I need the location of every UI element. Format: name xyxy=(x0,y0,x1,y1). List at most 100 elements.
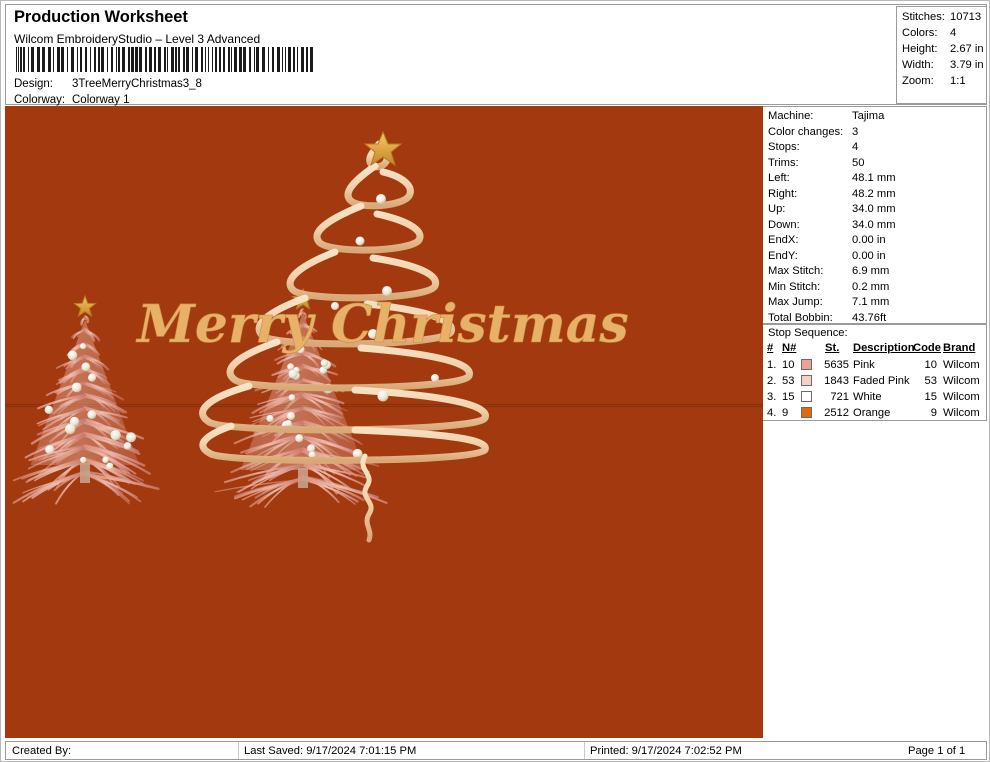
stop-cell-code: 9 xyxy=(930,407,937,419)
barcode-svg xyxy=(14,47,313,72)
color-swatch xyxy=(801,359,812,370)
stop-cell-brand: Wilcom xyxy=(943,375,980,387)
info-row-height: Height: 2.67 in xyxy=(902,43,984,55)
design-preview-canvas[interactable]: Merry Christmas xyxy=(5,106,763,738)
stop-cell-stitches: 2512 xyxy=(824,407,849,419)
stop-cell-num: 2. xyxy=(767,375,777,387)
stop-sequence-row[interactable]: 2. 53 1843 Faded Pink 53 Wilcom xyxy=(763,375,986,391)
col-header-code: Code xyxy=(913,342,941,354)
stop-cell-needle: 10 xyxy=(782,359,795,371)
greeting-text: Merry Christmas xyxy=(135,294,628,355)
detail-label: EndY: xyxy=(768,249,798,262)
detail-label: EndX: xyxy=(768,234,799,246)
stop-sequence-row[interactable]: 4. 9 2512 Orange 9 Wilcom xyxy=(763,407,986,423)
stop-sequence-header-row: # N# St. Description Code Brand xyxy=(763,342,986,357)
footer-bar: Created By: Last Saved: 9/17/2024 7:01:1… xyxy=(5,741,987,760)
detail-value: Tajima xyxy=(852,110,885,122)
footer-divider-2 xyxy=(584,742,585,759)
footer-printed: Printed: 9/17/2024 7:02:52 PM xyxy=(590,745,742,757)
detail-label: Max Stitch: xyxy=(768,265,824,277)
detail-value: 0.00 in xyxy=(852,249,886,262)
page-title: Production Worksheet xyxy=(14,8,188,26)
col-header-needle: N# xyxy=(782,342,797,354)
width-label: Width: xyxy=(902,59,934,71)
stop-cell-description: Orange xyxy=(853,407,891,419)
left-tree-star xyxy=(73,294,97,318)
color-swatch xyxy=(801,391,812,402)
header-panel: Production Worksheet Wilcom EmbroiderySt… xyxy=(5,4,987,106)
stop-cell-num: 3. xyxy=(767,391,777,403)
stop-cell-brand: Wilcom xyxy=(943,407,980,419)
right-tree-trunk xyxy=(298,468,308,488)
stop-sequence-row[interactable]: 3. 15 721 White 15 Wilcom xyxy=(763,391,986,407)
detail-value: 43.76ft xyxy=(852,311,887,324)
stop-sequence-title: Stop Sequence: xyxy=(768,327,848,339)
stop-sequence-panel: Stop Sequence: # N# St. Description Code… xyxy=(763,324,987,421)
detail-value: 0.2 mm xyxy=(852,280,890,293)
stop-cell-num: 1. xyxy=(767,359,777,371)
machine-details-panel: Machine: Tajima Color changes: 3 Stops: 4 Trim… xyxy=(763,106,987,324)
detail-value: 34.0 mm xyxy=(852,218,896,231)
stop-cell-needle: 15 xyxy=(782,391,795,403)
footer-created-by: Created By: xyxy=(12,745,72,757)
stop-cell-code: 53 xyxy=(924,375,937,387)
color-swatch xyxy=(801,375,812,386)
zoom-label: Zoom: xyxy=(902,75,934,87)
detail-label: Max Jump: xyxy=(768,296,823,308)
detail-value: 34.0 mm xyxy=(852,203,896,215)
detail-value: 48.2 mm xyxy=(852,187,896,200)
col-header-desc: Description xyxy=(853,342,915,354)
design-label: Design: xyxy=(14,78,53,90)
col-header-num: # xyxy=(767,342,774,354)
stop-cell-num: 4. xyxy=(767,407,777,419)
detail-value: 7.1 mm xyxy=(852,296,890,308)
width-value: 3.79 in xyxy=(950,59,984,71)
detail-label: Min Stitch: xyxy=(768,280,821,293)
colors-value: 4 xyxy=(950,27,957,39)
info-row-zoom: Zoom: 1:1 xyxy=(902,75,984,87)
design-info-box: Stitches: 10713 Colors: 4 Height: 2.67 i… xyxy=(896,6,987,104)
detail-label: Machine: xyxy=(768,110,814,122)
height-value: 2.67 in xyxy=(950,43,984,55)
colorway-label: Colorway: xyxy=(14,94,66,106)
detail-label: Total Bobbin: xyxy=(768,311,833,324)
barcode-icon xyxy=(14,47,313,72)
design-value: 3TreeMerryChristmas3_8 xyxy=(72,78,202,90)
detail-label: Stops: xyxy=(768,141,800,153)
detail-label: Right: xyxy=(768,187,798,200)
footer-divider-1 xyxy=(238,742,239,759)
detail-value: 3 xyxy=(852,125,859,138)
stop-sequence-row[interactable]: 1. 10 5635 Pink 10 Wilcom xyxy=(763,359,986,375)
col-header-brand: Brand xyxy=(943,342,976,354)
footer-last-saved: Last Saved: 9/17/2024 7:01:15 PM xyxy=(244,745,417,757)
info-row-width: Width: 3.79 in xyxy=(902,59,984,71)
stop-cell-needle: 9 xyxy=(782,407,789,419)
zoom-value: 1:1 xyxy=(950,75,966,87)
height-label: Height: xyxy=(902,43,938,55)
stop-cell-brand: Wilcom xyxy=(943,391,980,403)
embroidery-artwork: Merry Christmas xyxy=(12,130,629,543)
detail-label: Down: xyxy=(768,218,800,231)
left-tree-trunk xyxy=(80,463,90,483)
detail-label: Color changes: xyxy=(768,125,844,138)
stop-cell-brand: Wilcom xyxy=(943,359,980,371)
detail-label: Left: xyxy=(768,172,790,184)
colors-label: Colors: xyxy=(902,27,938,39)
colorway-value: Colorway 1 xyxy=(72,94,130,106)
detail-value: 0.00 in xyxy=(852,234,886,246)
detail-value: 6.9 mm xyxy=(852,265,890,277)
stop-cell-description: Pink xyxy=(853,359,875,371)
stop-cell-code: 10 xyxy=(924,359,937,371)
footer-page-number: Page 1 of 1 xyxy=(908,745,966,757)
merry-christmas-greeting: Merry Christmas xyxy=(135,294,629,356)
stitches-value: 10713 xyxy=(950,11,982,23)
info-row-colors: Colors: 4 xyxy=(902,27,984,39)
detail-label: Trims: xyxy=(768,156,799,169)
detail-label: Up: xyxy=(768,203,786,215)
stop-cell-stitches: 721 xyxy=(830,391,849,403)
detail-value: 4 xyxy=(852,141,859,153)
stop-cell-stitches: 5635 xyxy=(824,359,849,371)
stop-cell-description: Faded Pink xyxy=(853,375,910,387)
stop-cell-stitches: 1843 xyxy=(824,375,849,387)
info-row-stitches: Stitches: 10713 xyxy=(902,11,984,23)
